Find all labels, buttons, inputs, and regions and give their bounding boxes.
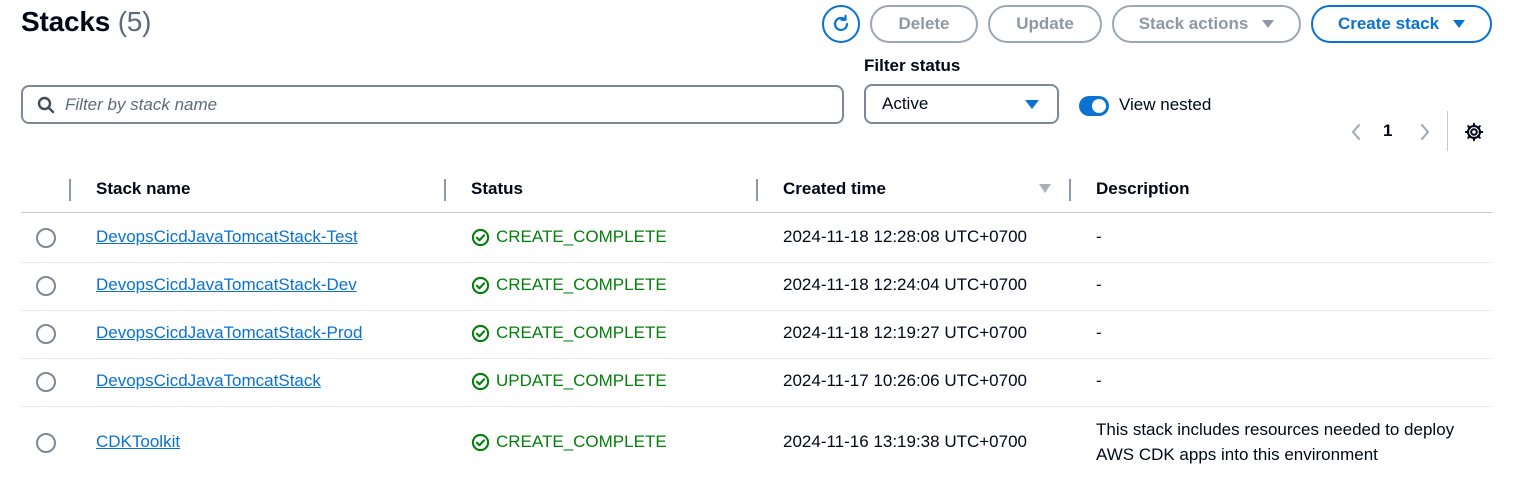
view-nested-label: View nested	[1119, 95, 1212, 114]
created-time-cell: 2024-11-17 10:26:06 UTC+0700	[783, 371, 1028, 390]
toggle-knob	[1092, 99, 1106, 113]
column-header-created-time[interactable]: Created time	[783, 179, 886, 199]
row-select-radio[interactable]	[36, 372, 56, 392]
next-page-button[interactable]	[1415, 121, 1435, 143]
row-select-radio[interactable]	[36, 324, 56, 344]
status-cell: CREATE_COMPLETE	[471, 275, 667, 295]
stack-name-link[interactable]: DevopsCicdJavaTomcatStack-Test	[96, 227, 358, 247]
sort-descending-icon[interactable]	[1039, 184, 1051, 193]
column-header-status: Status	[471, 179, 523, 198]
description-cell: This stack includes resources needed to …	[1096, 420, 1455, 464]
update-button[interactable]: Update	[988, 5, 1102, 43]
caret-down-icon	[1262, 20, 1275, 28]
row-divider	[21, 406, 1492, 407]
pagination-divider	[1447, 111, 1448, 151]
stack-name-link[interactable]: DevopsCicdJavaTomcatStack	[96, 371, 321, 391]
status-text: UPDATE_COMPLETE	[496, 371, 667, 390]
page-title-text: Stacks	[21, 6, 111, 37]
check-circle-icon	[471, 276, 490, 294]
check-circle-icon	[471, 433, 490, 451]
row-divider	[21, 262, 1492, 263]
create-stack-label: Create stack	[1337, 14, 1440, 33]
previous-page-button[interactable]	[1346, 121, 1366, 143]
row-select-radio[interactable]	[36, 276, 56, 296]
column-header-description: Description	[1096, 179, 1190, 198]
delete-button[interactable]: Delete	[870, 5, 978, 43]
column-divider[interactable]	[444, 179, 446, 201]
caret-down-icon	[1453, 20, 1466, 28]
row-divider	[21, 310, 1492, 311]
search-field[interactable]	[21, 85, 844, 124]
row-select-radio[interactable]	[36, 228, 56, 248]
column-divider	[69, 179, 71, 201]
status-cell: UPDATE_COMPLETE	[471, 371, 667, 391]
created-time-cell: 2024-11-16 13:19:38 UTC+0700	[783, 432, 1028, 451]
status-filter-value: Active	[882, 94, 929, 113]
status-text: CREATE_COMPLETE	[496, 227, 667, 246]
chevron-right-icon	[1421, 124, 1429, 140]
search-icon	[37, 96, 55, 113]
table-header-divider	[21, 212, 1492, 213]
stack-name-link[interactable]: DevopsCicdJavaTomcatStack-Dev	[96, 275, 357, 295]
check-circle-icon	[471, 228, 490, 246]
description-cell: -	[1096, 323, 1102, 342]
status-text: CREATE_COMPLETE	[496, 323, 667, 342]
table-settings-button[interactable]	[1463, 121, 1485, 143]
create-stack-button[interactable]: Create stack	[1311, 5, 1492, 43]
description-cell: -	[1096, 371, 1102, 390]
column-header-stack-name: Stack name	[96, 179, 191, 198]
status-cell: CREATE_COMPLETE	[471, 227, 667, 247]
status-filter-select[interactable]: Active	[864, 84, 1059, 124]
created-time-cell: 2024-11-18 12:24:04 UTC+0700	[783, 275, 1028, 294]
check-circle-icon	[471, 372, 490, 390]
stack-actions-button[interactable]: Stack actions	[1112, 5, 1301, 43]
refresh-button[interactable]	[822, 5, 860, 43]
created-time-cell: 2024-11-18 12:28:08 UTC+0700	[783, 227, 1028, 246]
status-cell: CREATE_COMPLETE	[471, 432, 667, 452]
stack-name-link[interactable]: CDKToolkit	[96, 432, 180, 452]
stack-name-link[interactable]: DevopsCicdJavaTomcatStack-Prod	[96, 323, 362, 343]
current-page-number[interactable]: 1	[1383, 121, 1392, 141]
gear-icon	[1464, 122, 1484, 142]
description-cell: -	[1096, 227, 1102, 246]
created-time-cell: 2024-11-18 12:19:27 UTC+0700	[783, 323, 1028, 342]
chevron-left-icon	[1352, 124, 1360, 140]
page-title: Stacks (5)	[21, 6, 152, 38]
check-circle-icon	[471, 324, 490, 342]
stack-count: (5)	[117, 6, 152, 37]
search-input[interactable]	[65, 94, 825, 115]
row-divider	[21, 358, 1492, 359]
delete-button-label: Delete	[898, 14, 950, 33]
row-select-radio[interactable]	[36, 433, 56, 453]
description-cell: -	[1096, 275, 1102, 294]
status-text: CREATE_COMPLETE	[496, 275, 667, 294]
column-divider[interactable]	[1069, 179, 1071, 201]
status-cell: CREATE_COMPLETE	[471, 323, 667, 343]
column-divider[interactable]	[756, 179, 758, 201]
refresh-icon	[833, 14, 849, 32]
stack-actions-label: Stack actions	[1138, 14, 1249, 33]
filter-status-label: Filter status	[864, 56, 961, 75]
view-nested-toggle[interactable]	[1079, 96, 1109, 116]
caret-down-icon	[1025, 99, 1039, 109]
update-button-label: Update	[1016, 14, 1074, 33]
status-text: CREATE_COMPLETE	[496, 432, 667, 451]
